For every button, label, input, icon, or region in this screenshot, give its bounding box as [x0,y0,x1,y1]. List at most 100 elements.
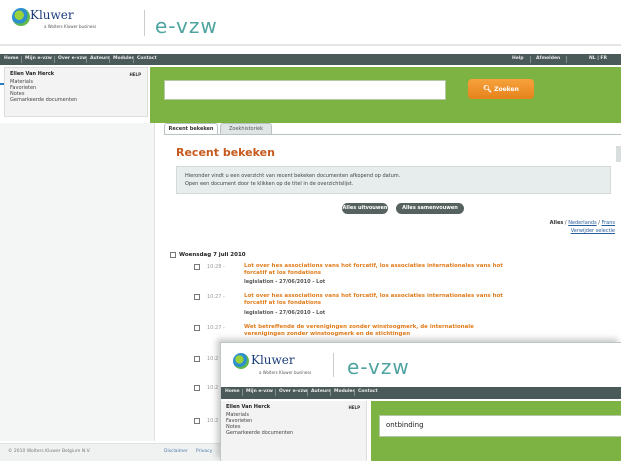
entry-checkbox[interactable] [194,418,200,424]
brand-name: Kluwer [251,353,295,367]
entry-meta: legislation - 27/06/2010 - Lot [244,279,326,285]
tab-baseline [164,134,621,135]
filter-all[interactable]: Alles [550,220,564,226]
nav-separator [530,56,531,63]
help-link[interactable]: HELP [348,405,360,410]
user-name: Ellen Van Herck [226,404,271,410]
nav-separator [86,56,87,63]
site-header: Kluwer a Wolters Kluwer business e-vzw [0,0,621,46]
nav-over-evzw[interactable]: Over e-vzw [279,389,307,394]
search-input[interactable]: ontbinding [379,415,621,437]
entry-checkbox[interactable] [194,294,200,300]
nav-separator [54,56,55,63]
brand-subtitle: a Wolters Kluwer business [44,24,97,29]
entry-time: 10:2 [207,356,219,362]
left-sidebar [0,123,155,441]
user-menu: Ellen Van Herck HELP Materials Favoriete… [4,67,148,117]
kluwer-logo[interactable]: Kluwer a Wolters Kluwer business [8,6,138,38]
search-input-value: ontbinding [386,421,424,429]
nav-separator [307,389,308,396]
nav-contact[interactable]: Contact [137,56,157,61]
brand-name: Kluwer [30,8,74,22]
nav-separator [330,389,331,396]
nav-over-evzw[interactable]: Over e-vzw [58,56,86,61]
entry-time: 10:27 - [207,325,225,331]
zoomed-inset: Kluwer a Wolters Kluwer business e-vzw H… [220,342,621,461]
entry-time: 10:27 - [207,294,225,300]
info-text-line: Hieronder vindt u een overzicht van rece… [185,173,401,179]
expand-all-button[interactable]: Alles uitvouwen [342,203,388,214]
search-icon: 🔍︎ [483,85,493,93]
entry-checkbox[interactable] [194,325,200,331]
group-checkbox[interactable] [170,252,176,258]
clear-selection-link[interactable]: Verwijder selectie [571,228,615,234]
search-input[interactable] [164,80,446,100]
entry-checkbox[interactable] [194,385,200,391]
app-title: e-vzw [155,14,218,38]
top-navbar: Home Mijn e-vzw Over e-vzw Auteurs Modul… [221,387,621,399]
footer-disclaimer-link[interactable]: Disclaimer [164,449,188,454]
kluwer-globe-icon [12,8,30,26]
entry-checkbox[interactable] [194,264,200,270]
entry-title-link-cont[interactable]: forcatif at los fondations [244,300,321,306]
info-box: Hieronder vindt u een overzicht van rece… [176,166,611,194]
entry-time: 10:28 - [207,264,225,270]
tab-recent[interactable]: Recent bekeken [164,123,218,134]
nav-auteurs[interactable]: Auteurs [311,389,331,394]
app-title: e-vzw [347,355,410,379]
page-title: Recent bekeken [176,146,275,159]
entry-time: 10:2 [207,385,219,391]
date-group-heading: Woensdag 7 juli 2010 [179,252,246,258]
nav-separator [21,56,22,63]
kluwer-logo[interactable]: Kluwer a Wolters Kluwer business [231,351,331,381]
nav-auteurs[interactable]: Auteurs [90,56,110,61]
scrollbar[interactable] [616,146,621,162]
copyright: © 2010 Wolters Kluwer Belgium N.V. [8,449,91,454]
nav-separator [566,56,567,63]
kluwer-globe-icon [233,353,249,369]
nav-separator [133,56,134,63]
filter-french[interactable]: Frans [602,220,615,226]
tab-search-history[interactable]: Zoekhistoriek [220,123,272,134]
header-divider [144,10,145,36]
brand-subtitle: a Wolters Kluwer business [259,370,312,375]
filter-dutch[interactable]: Nederlands [568,220,597,226]
search-button-label: Zoeken [494,86,519,93]
nav-mijn-evzw[interactable]: Mijn e-vzw [25,56,52,61]
entry-title-link[interactable]: Lot over hes associations vans hot forca… [244,263,503,269]
nav-separator [354,389,355,396]
collapse-all-button[interactable]: Alles samenvouwen [396,203,464,214]
menu-item-marked-documents[interactable]: Gemarkeerde documenten [226,430,293,436]
nav-help[interactable]: Help [512,56,524,61]
nav-home[interactable]: Home [4,56,19,61]
header-divider [333,353,334,377]
menu-item-marked-documents[interactable]: Gemarkeerde documenten [10,97,77,103]
nav-logout[interactable]: Afmelden [536,56,560,61]
nav-separator [109,56,110,63]
language-switch[interactable]: NL | FR [589,56,607,61]
search-area: ontbinding [371,401,621,461]
language-filter: Alles / Nederlands / Frans [549,220,615,226]
nav-mijn-evzw[interactable]: Mijn e-vzw [246,389,273,394]
nav-separator [242,389,243,396]
search-button[interactable]: 🔍︎ Zoeken [468,79,534,99]
entry-title-link[interactable]: Lot over hes associations vans hot forca… [244,293,503,299]
help-link[interactable]: HELP [129,72,141,77]
user-menu: Ellen Van Herck HELP Materials Favoriete… [221,401,367,461]
search-area: 🔍︎ Zoeken [150,67,621,123]
top-navbar: Home Mijn e-vzw Over e-vzw Auteurs Modul… [0,54,621,65]
entry-title-link[interactable]: Wet betreffende de verenigingen zonder w… [244,324,474,330]
entry-meta: legislation - 27/06/2010 - Lot [244,310,326,316]
entry-title-link-cont[interactable]: verenigingen zonder winstoogmerk en de s… [244,331,410,337]
user-name: Ellen Van Herck [10,71,55,77]
footer-privacy-link[interactable]: Privacy [196,449,212,454]
nav-home[interactable]: Home [225,389,240,394]
nav-modules[interactable]: Modules [113,56,134,61]
nav-modules[interactable]: Modules [334,389,355,394]
clear-selection-row: Verwijder selectie [571,228,615,234]
entry-title-link-cont[interactable]: forcatif at los fondations [244,270,321,276]
info-text-line: Open een document door te klikken op de … [185,181,354,187]
entry-checkbox[interactable] [194,356,200,362]
entry-time: 10:2 [207,418,219,424]
nav-contact[interactable]: Contact [358,389,378,394]
